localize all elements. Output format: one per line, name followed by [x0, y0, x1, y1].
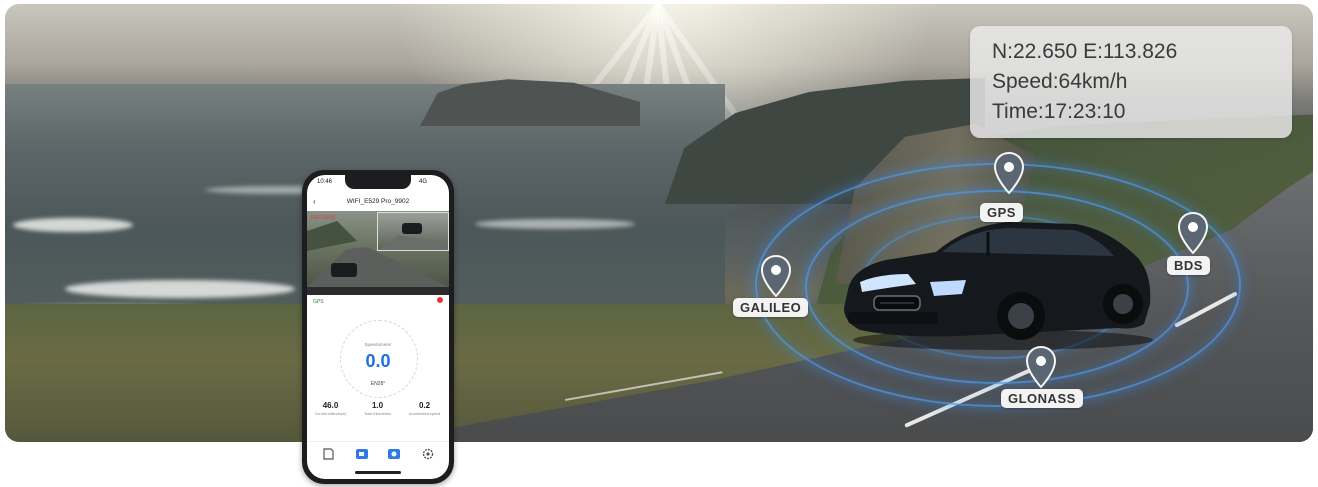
gps-time: Time:17:23:10: [992, 100, 1126, 123]
location-pin-icon: [1026, 346, 1056, 388]
location-pin-icon: [1178, 212, 1208, 254]
settings-icon[interactable]: [421, 448, 435, 460]
stat-acceleration: 0.2 Accelerated speed: [401, 401, 448, 416]
phone-mockup: 10:46 4G ‹ WIFI_E529 Pro_9902 REC 00:00 …: [302, 170, 454, 484]
speedometer-label: Speedometer: [364, 342, 392, 347]
phone-notch: [345, 175, 411, 189]
stat-value: 1.0: [371, 401, 384, 410]
phone-screen: 10:46 4G ‹ WIFI_E529 Pro_9902 REC 00:00 …: [307, 175, 449, 479]
pin-label-bds: BDS: [1167, 256, 1210, 275]
pip-camera-view[interactable]: [377, 212, 449, 251]
location-pin-icon: [761, 255, 791, 297]
stat-value: 0.2: [418, 401, 431, 410]
home-indicator: [355, 471, 401, 474]
bottom-tab-bar: [307, 441, 449, 466]
map-marker-icon[interactable]: [437, 297, 443, 303]
photo-icon[interactable]: [387, 448, 401, 460]
pin-label-galileo: GALILEO: [733, 298, 809, 317]
status-time: 10:46: [317, 179, 333, 185]
car-image: [844, 222, 1153, 350]
gps-coordinates: N:22.650 E:113.826: [992, 40, 1178, 63]
recording-indicator: REC 00:00: [311, 215, 336, 221]
status-signal: 4G: [419, 179, 428, 185]
wave: [475, 219, 635, 229]
sd-card-icon[interactable]: [321, 448, 335, 460]
wave: [65, 280, 295, 298]
gps-speed: Speed:64km/h: [992, 70, 1128, 93]
pin-label-gps: GPS: [980, 203, 1023, 222]
video-toolbar: [307, 287, 449, 295]
stat-value: 46.0: [322, 401, 339, 410]
gps-status-indicator: GPS: [313, 299, 324, 305]
stat-distance: 1.0 Total Kilometers: [354, 401, 401, 416]
heading-value: EN28°: [370, 381, 386, 387]
app-title: WIFI_E529 Pro_9902: [346, 198, 410, 205]
wave: [13, 218, 133, 232]
stat-label: Current Altitude(m): [314, 412, 347, 416]
gps-info-panel: N:22.650 E:113.826 Speed:64km/h Time:17:…: [970, 26, 1292, 138]
stat-altitude: 46.0 Current Altitude(m): [307, 401, 354, 416]
camera-icon[interactable]: [355, 448, 369, 460]
location-pin-icon: [994, 152, 1024, 194]
pip-preview-image: [378, 223, 448, 250]
speed-value: 0.0: [365, 351, 391, 371]
stat-label: Total Kilometers: [363, 412, 391, 416]
stat-label: Accelerated speed: [408, 412, 441, 416]
pin-label-glonass: GLONASS: [1001, 389, 1083, 408]
